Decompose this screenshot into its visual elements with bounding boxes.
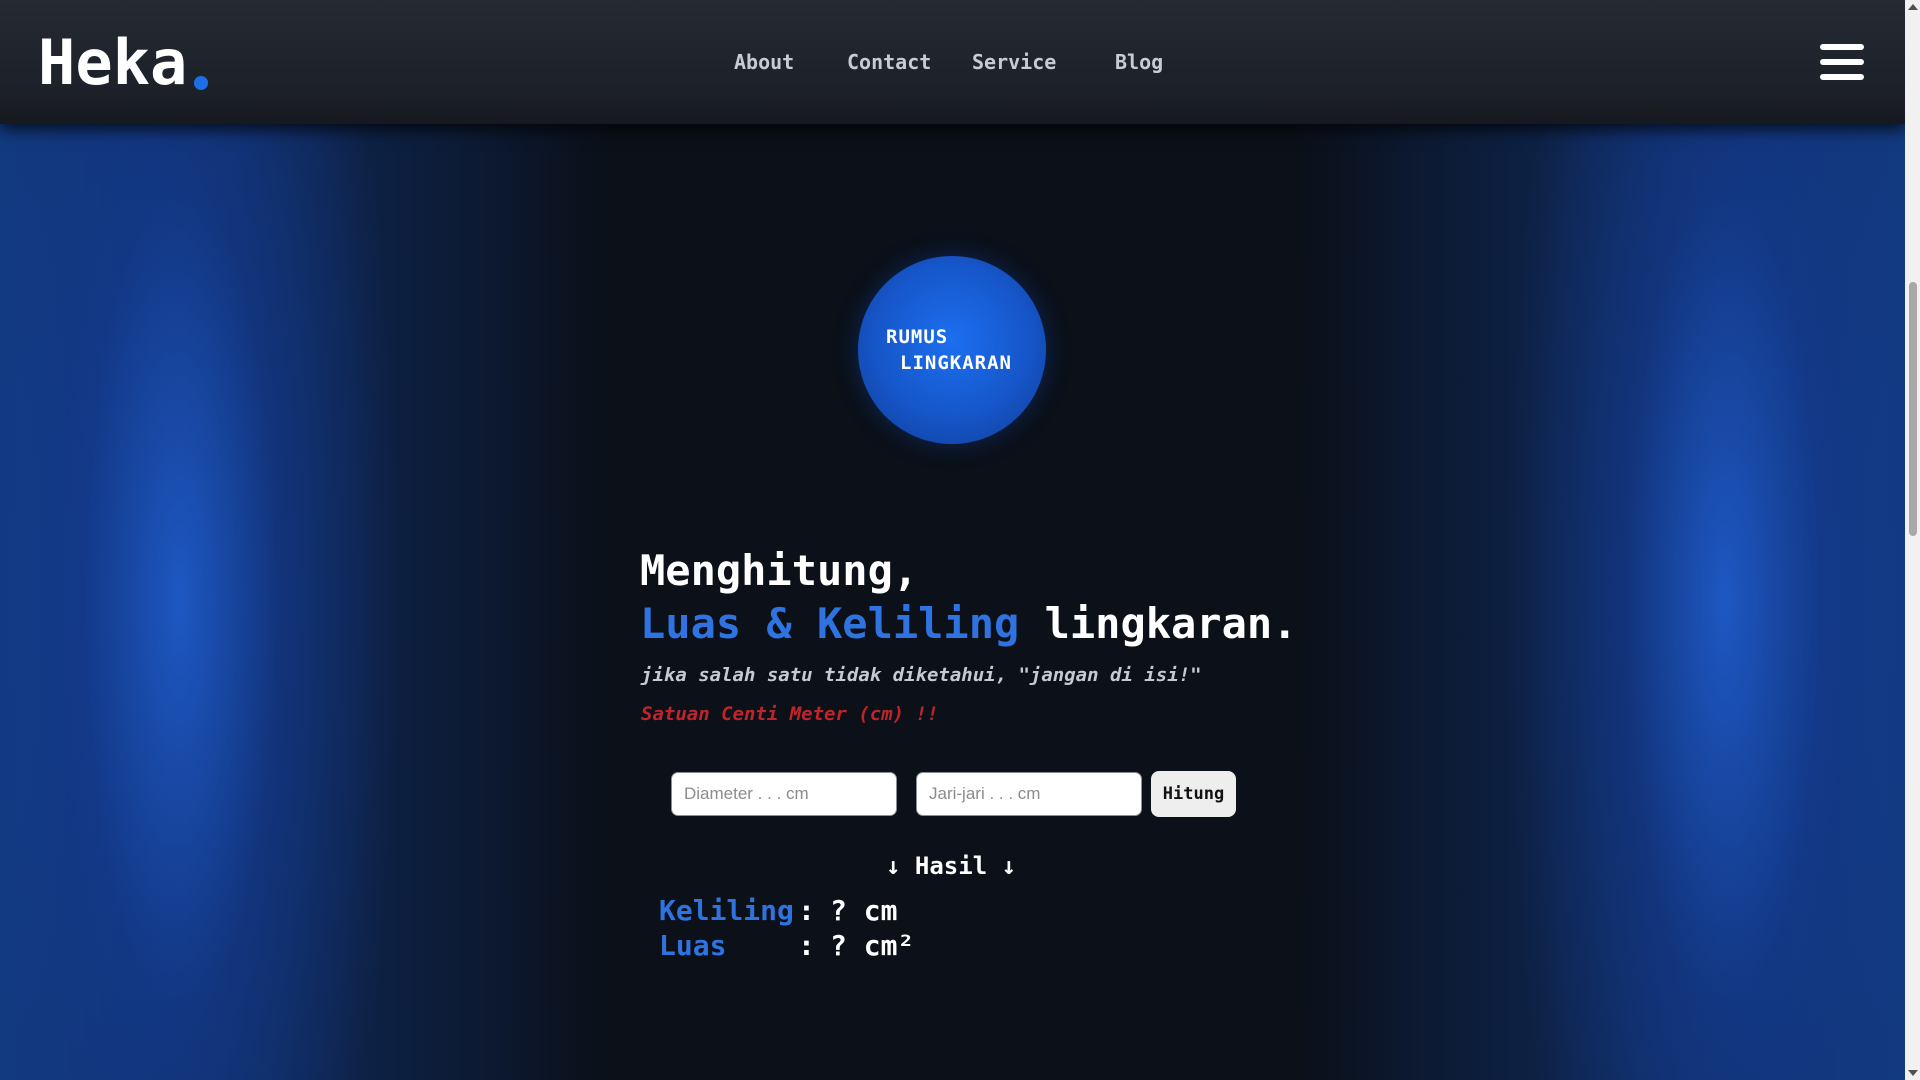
keliling-label: Keliling [659,894,794,927]
logo-text[interactable]: Heka [38,26,187,99]
scroll-thumb[interactable] [1909,282,1917,536]
hamburger-menu-icon[interactable] [1820,44,1864,80]
keliling-separator: : [798,894,815,927]
result-heading: ↓ Hasil ↓ [886,852,1017,880]
keliling-value: ? cm [830,894,898,927]
nav-contact[interactable]: Contact [847,50,931,74]
badge-line-1: RUMUS [886,326,949,348]
background-glow [0,0,1905,1080]
scroll-up-arrow-icon[interactable] [1908,4,1918,10]
nav-service[interactable]: Service [972,50,1056,74]
luas-value: ? cm² [830,929,915,962]
luas-separator: : [798,929,815,962]
menu-bar-bottom [1820,74,1864,80]
site-header: Heka About Contact Service Blog [0,0,1905,124]
instruction-note: jika salah satu tidak diketahui, "jangan… [641,664,1202,686]
radius-input[interactable] [916,772,1142,816]
hitung-button[interactable]: Hitung [1151,771,1236,817]
page-scrollbar[interactable] [1905,0,1920,1080]
page: Heka About Contact Service Blog RUMUS LI… [0,0,1905,1080]
nav-blog[interactable]: Blog [1115,50,1163,74]
nav-about[interactable]: About [734,50,794,74]
menu-bar-middle [1820,59,1864,65]
unit-warning: Satuan Centi Meter (cm) !! [641,703,939,725]
menu-bar-top [1820,44,1864,50]
badge-line-2: LINGKARAN [900,352,1012,374]
headline-line-1: Menghitung, [640,546,919,595]
title-badge: RUMUS LINGKARAN [858,256,1046,444]
diameter-input[interactable] [671,772,897,816]
scroll-down-arrow-icon[interactable] [1908,1070,1918,1076]
headline-line-2: Luas & Keliling lingkaran. [640,599,1297,648]
headline-rest: lingkaran. [1019,599,1298,648]
luas-label: Luas [659,929,727,962]
logo-dot [194,76,208,90]
headline-highlight: Luas & Keliling [640,599,1020,648]
